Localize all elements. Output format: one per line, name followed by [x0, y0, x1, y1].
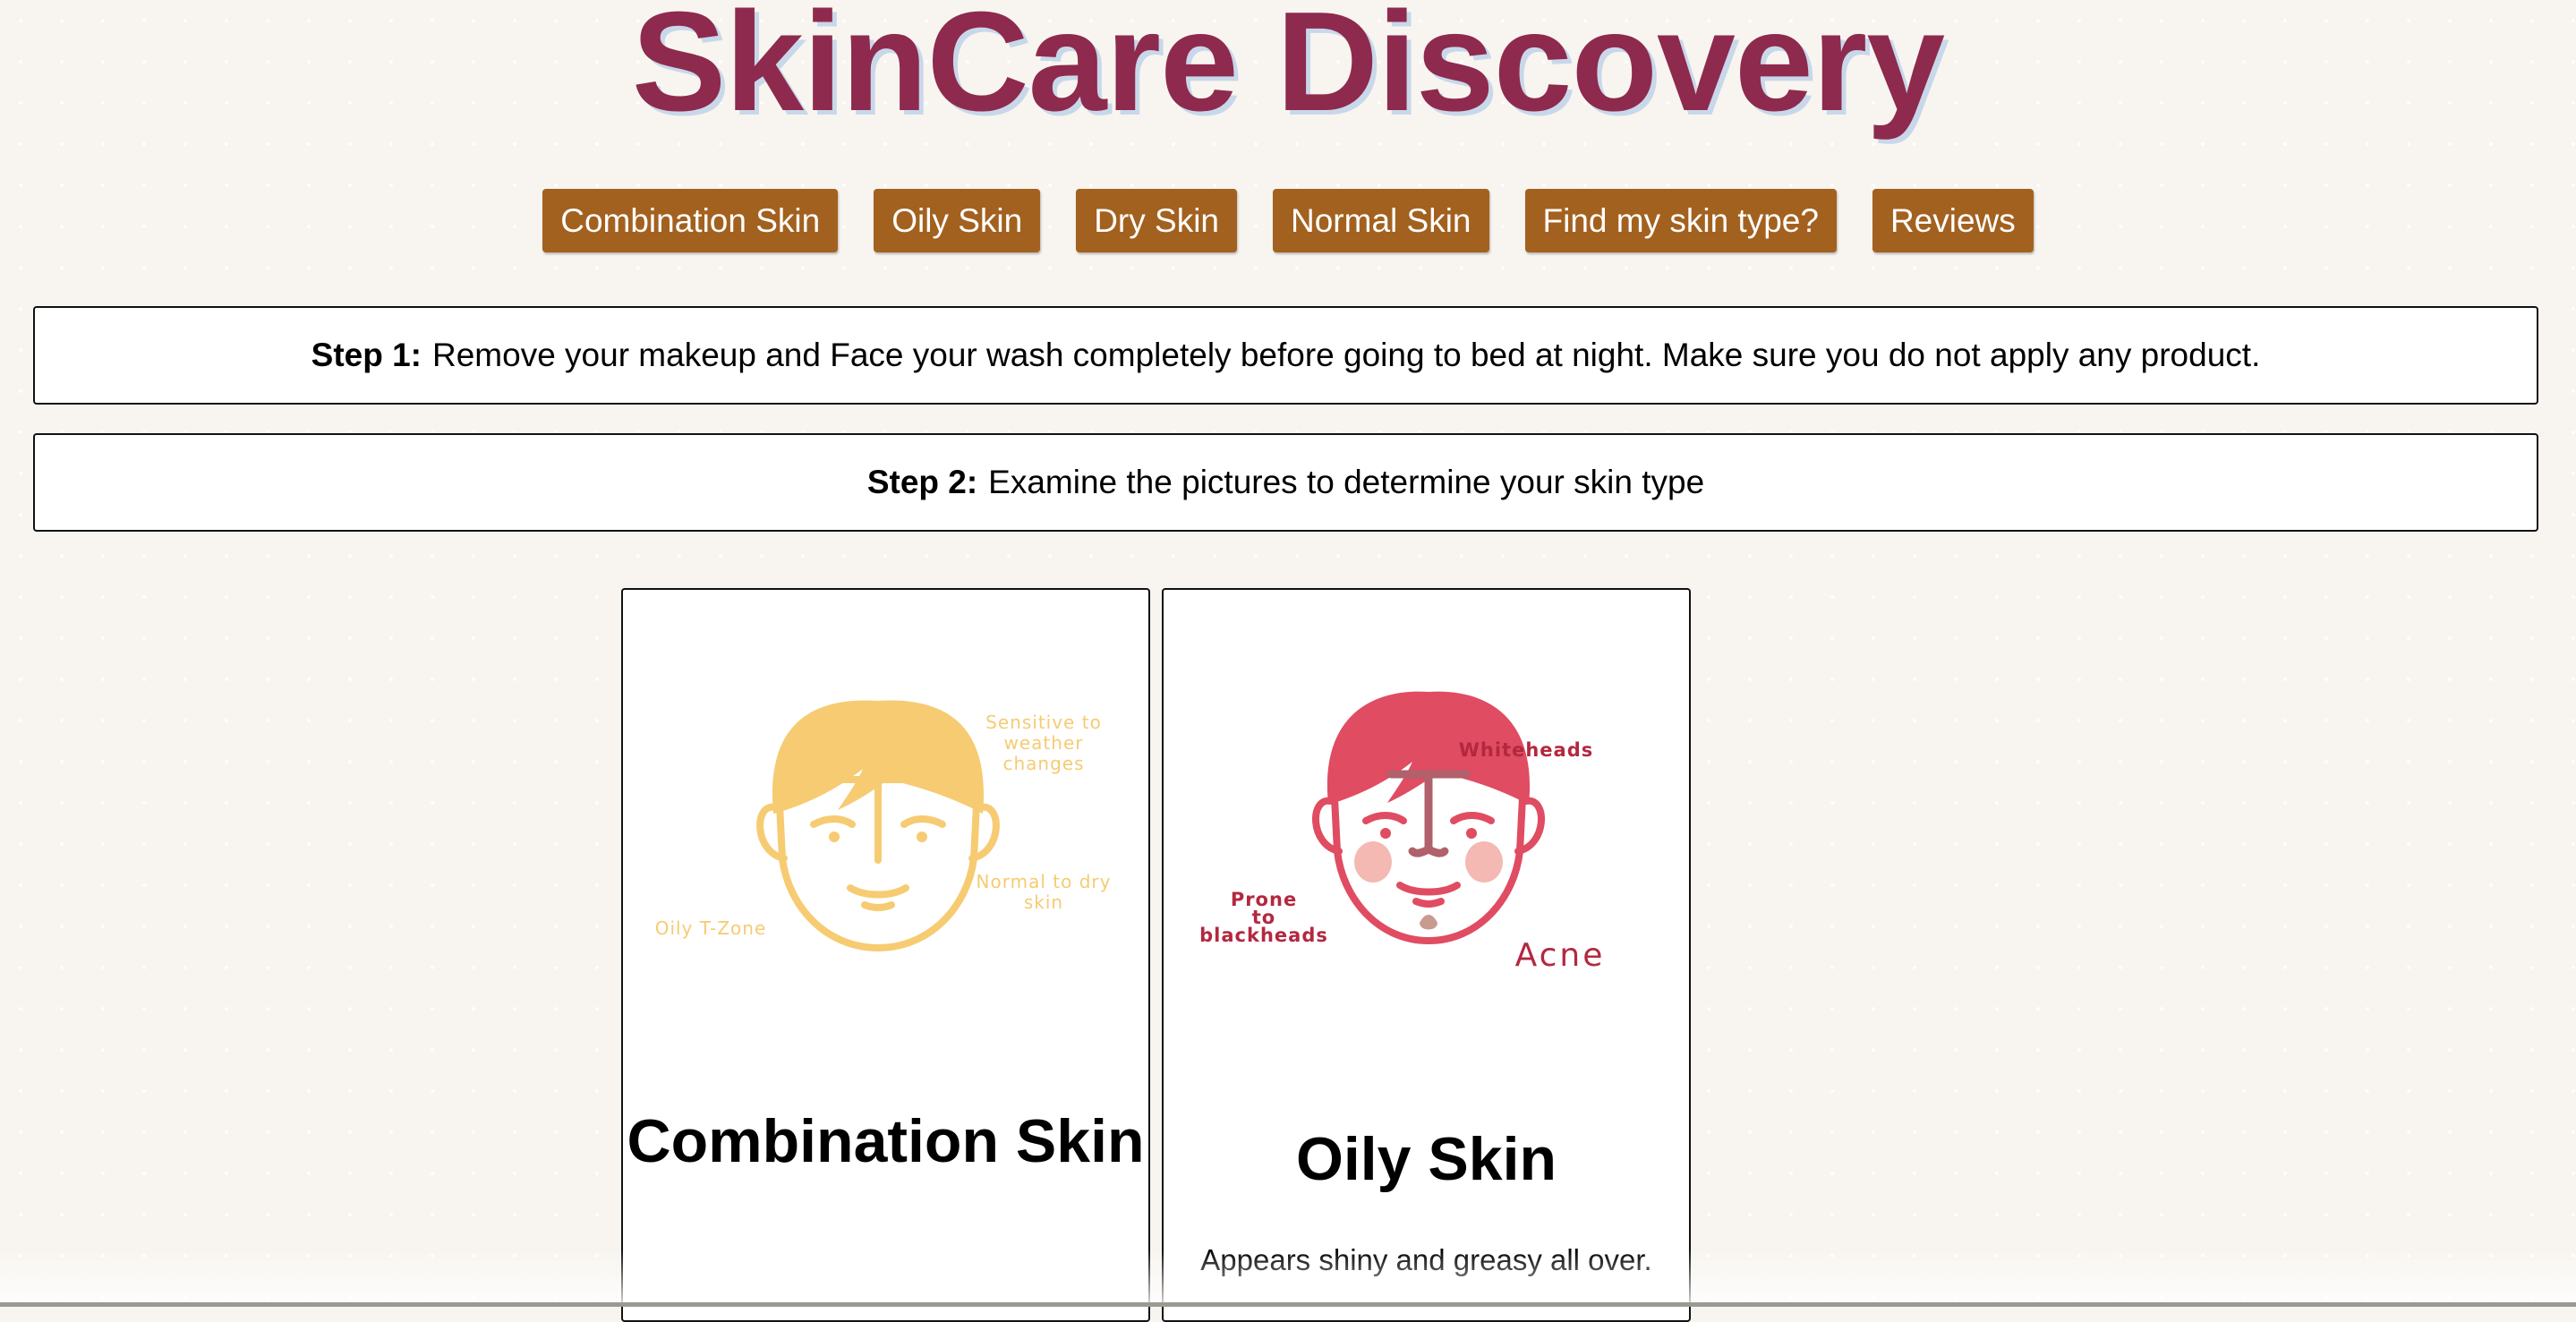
- step-1-text: Remove your makeup and Face your wash co…: [432, 337, 2261, 373]
- nav-oily-skin-button[interactable]: Oily Skin: [874, 189, 1041, 252]
- step-2-label: Step 2:: [866, 464, 978, 500]
- oily-skin-face-image: Whiteheads Prone to blackheads Acne: [1199, 691, 1606, 974]
- step-2-box: Step 2: Examine the pictures to determin…: [33, 433, 2538, 532]
- page-title: SkinCare Discovery: [631, 0, 1945, 141]
- combination-skin-card-title: Combination Skin: [627, 1107, 1145, 1175]
- combination-skin-card[interactable]: Sensitive to weather changes Normal to d…: [621, 588, 1150, 1322]
- sensitive-label-line1: Sensitive to: [985, 712, 1102, 733]
- combination-skin-face-image: Sensitive to weather changes Normal to d…: [655, 700, 1112, 951]
- oily-skin-card-title: Oily Skin: [1296, 1125, 1557, 1193]
- step-1-label: Step 1:: [311, 337, 422, 373]
- step-1-box: Step 1: Remove your makeup and Face your…: [33, 306, 2538, 405]
- acne-label: Acne: [1515, 937, 1606, 974]
- whiteheads-label: Whiteheads: [1459, 739, 1594, 761]
- oily-tzone-label: Oily T-Zone: [655, 917, 767, 939]
- nav-bar: Combination Skin Oily Skin Dry Skin Norm…: [0, 189, 2576, 252]
- sensitive-label-line2: weather: [1004, 732, 1084, 754]
- nav-reviews-button[interactable]: Reviews: [1872, 189, 2034, 252]
- oily-skin-card-description: Appears shiny and greasy all over.: [1200, 1243, 1652, 1276]
- step-2-text: Examine the pictures to determine your s…: [988, 464, 1705, 500]
- nav-normal-skin-button[interactable]: Normal Skin: [1273, 189, 1489, 252]
- nav-combination-skin-button[interactable]: Combination Skin: [542, 189, 839, 252]
- nav-find-skin-type-button[interactable]: Find my skin type?: [1524, 189, 1837, 252]
- nav-dry-skin-button[interactable]: Dry Skin: [1076, 189, 1237, 252]
- sensitive-label-line3: changes: [1002, 753, 1084, 774]
- oily-skin-card[interactable]: Whiteheads Prone to blackheads Acne Oily…: [1162, 588, 1691, 1322]
- bottom-edge: [0, 1302, 2576, 1307]
- normal-dry-label-line2: skin: [1024, 891, 1063, 913]
- normal-dry-label-line1: Normal to dry: [977, 871, 1112, 892]
- blackheads-label-line3: blackheads: [1199, 925, 1328, 946]
